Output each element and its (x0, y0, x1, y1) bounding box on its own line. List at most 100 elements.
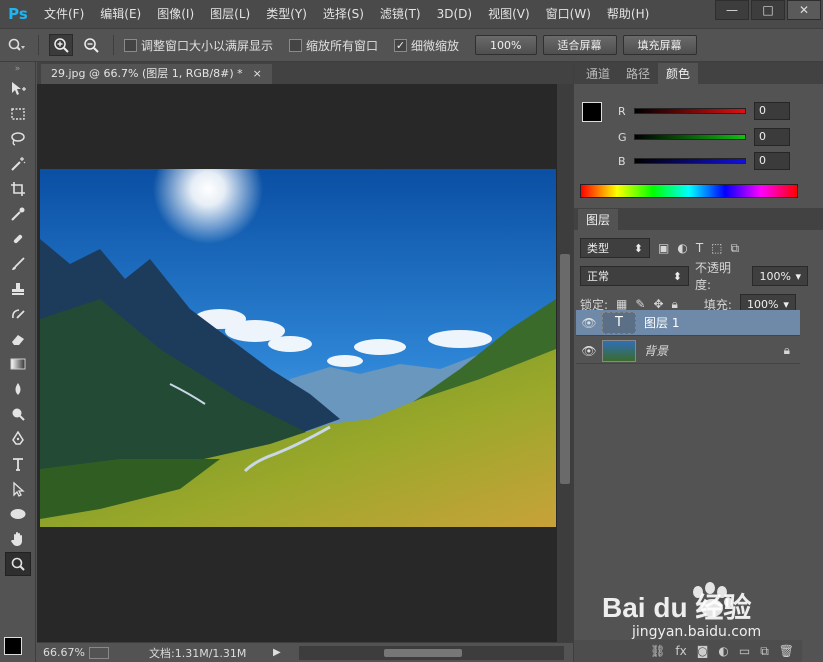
lock-position-icon[interactable]: ✥ (653, 297, 663, 311)
brush-tool-icon[interactable] (5, 252, 31, 276)
vertical-scrollbar[interactable] (557, 84, 573, 644)
lock-transparency-icon[interactable]: ▦ (616, 297, 627, 311)
resize-windows-label: 调整窗口大小以满屏显示 (141, 38, 274, 53)
tab-color[interactable]: 颜色 (658, 63, 699, 84)
opacity-value: 100% (759, 269, 791, 283)
visibility-eye-icon[interactable]: 👁︎ (576, 316, 602, 330)
menu-filter[interactable]: 滤镜(T) (372, 0, 429, 28)
canvas-image[interactable] (40, 169, 556, 527)
color-swatches[interactable] (4, 637, 34, 662)
opacity-label: 不透明度: (694, 261, 731, 292)
type-layer-thumbnail-icon: T (602, 311, 636, 334)
type-tool-icon[interactable] (5, 452, 31, 476)
blend-mode-select[interactable]: 正常 ⬍ (580, 266, 689, 286)
scrubby-zoom-label: 细微缩放 (411, 38, 460, 53)
status-preview-icon[interactable] (89, 646, 109, 659)
marquee-tool-icon[interactable] (5, 102, 31, 126)
fill-screen-button[interactable]: 填充屏幕 (622, 35, 697, 55)
zoom-tool-preset-icon[interactable] (4, 34, 28, 56)
menu-view[interactable]: 视图(V) (480, 0, 538, 28)
watermark-brand: Bai du 经验 (602, 592, 752, 623)
eraser-tool-icon[interactable] (5, 327, 31, 351)
menu-layer[interactable]: 图层(L) (202, 0, 258, 28)
hand-tool-icon[interactable] (5, 527, 31, 551)
menu-file[interactable]: 文件(F) (36, 0, 92, 28)
actual-pixels-button[interactable]: 100% (475, 35, 537, 55)
red-value-input[interactable]: 0 (754, 102, 790, 120)
filter-shape-icon[interactable]: ⬚ (711, 241, 722, 255)
tab-channels[interactable]: 通道 (578, 63, 618, 84)
red-slider[interactable] (634, 108, 746, 114)
layer-row-text[interactable]: 👁︎ T 图层 1 (576, 310, 800, 336)
panel-grip-icon[interactable]: » (0, 62, 35, 76)
filter-image-icon[interactable]: ▣ (658, 241, 669, 255)
color-spectrum-bar[interactable] (580, 184, 798, 198)
foreground-swatch[interactable] (582, 102, 602, 122)
menu-help[interactable]: 帮助(H) (599, 0, 657, 28)
green-slider-row: G 0 (618, 126, 823, 148)
minimize-button[interactable]: — (715, 0, 749, 20)
resize-windows-checkbox[interactable] (124, 38, 137, 52)
visibility-eye-icon[interactable]: 👁︎ (576, 344, 602, 358)
select-arrows-icon: ⬍ (633, 241, 643, 255)
gradient-tool-icon[interactable] (5, 352, 31, 376)
magic-wand-tool-icon[interactable] (5, 152, 31, 176)
blue-slider[interactable] (634, 158, 746, 164)
layer-row-background[interactable]: 👁︎ 背景 🔒︎ (576, 338, 800, 364)
zoom-tool-icon[interactable] (5, 552, 31, 576)
status-menu-arrow-icon[interactable]: ▶ (273, 647, 281, 658)
opacity-input[interactable]: 100% ▾ (752, 266, 808, 286)
tab-paths[interactable]: 路径 (618, 63, 658, 84)
menu-select[interactable]: 选择(S) (315, 0, 372, 28)
zoom-all-label: 缩放所有窗口 (306, 38, 379, 53)
clone-stamp-tool-icon[interactable] (5, 277, 31, 301)
green-value-input[interactable]: 0 (754, 128, 790, 146)
zoom-all-checkbox[interactable] (289, 38, 303, 52)
maximize-button[interactable]: □ (751, 0, 785, 20)
blur-tool-icon[interactable] (5, 377, 31, 401)
fit-screen-button[interactable]: 适合屏幕 (542, 35, 617, 55)
foreground-color-swatch[interactable] (4, 637, 22, 655)
menu-type[interactable]: 类型(Y) (258, 0, 315, 28)
layers-panel-tabs: 图层 (574, 208, 823, 230)
menu-image[interactable]: 图像(I) (149, 0, 202, 28)
separator (113, 35, 114, 55)
green-slider[interactable] (634, 134, 746, 140)
layer-name[interactable]: 图层 1 (644, 314, 679, 331)
tab-layers[interactable]: 图层 (578, 209, 619, 230)
eyedropper-tool-icon[interactable] (5, 202, 31, 226)
filter-type-icon[interactable]: T (696, 241, 703, 255)
layer-name[interactable]: 背景 (644, 342, 668, 359)
blue-value-input[interactable]: 0 (754, 152, 790, 170)
dodge-tool-icon[interactable] (5, 402, 31, 426)
vertical-scroll-thumb[interactable] (560, 254, 570, 484)
pen-tool-icon[interactable] (5, 427, 31, 451)
ellipse-tool-icon[interactable] (5, 502, 31, 526)
horizontal-scrollbar[interactable] (299, 646, 564, 660)
move-tool-icon[interactable] (5, 77, 31, 101)
zoom-all-option[interactable]: 缩放所有窗口 (289, 37, 378, 54)
resize-windows-option[interactable]: 调整窗口大小以满屏显示 (124, 37, 273, 54)
filter-smart-object-icon[interactable]: ⧉ (731, 241, 740, 256)
scrubby-zoom-option[interactable]: ✓ 细微缩放 (394, 37, 459, 54)
menu-window[interactable]: 窗口(W) (538, 0, 599, 28)
menu-edit[interactable]: 编辑(E) (92, 0, 149, 28)
document-tab[interactable]: 29.jpg @ 66.7% (图层 1, RGB/8#) * × (41, 64, 272, 84)
close-button[interactable]: ✕ (787, 0, 821, 20)
healing-brush-tool-icon[interactable] (5, 227, 31, 251)
crop-tool-icon[interactable] (5, 177, 31, 201)
color-panel-swatches[interactable] (582, 102, 612, 132)
lasso-tool-icon[interactable] (5, 127, 31, 151)
horizontal-scroll-thumb[interactable] (384, 649, 462, 657)
zoom-out-icon[interactable] (79, 34, 103, 56)
zoom-in-icon[interactable] (49, 34, 73, 56)
filter-adjustment-icon[interactable]: ◐ (677, 241, 687, 255)
zoom-level[interactable]: 66.67% (43, 646, 89, 659)
lock-paint-icon[interactable]: ✎ (635, 297, 645, 311)
layer-filter-select[interactable]: 类型 ⬍ (580, 238, 650, 258)
menu-3d[interactable]: 3D(D) (429, 0, 480, 28)
scrubby-zoom-checkbox[interactable]: ✓ (394, 38, 408, 52)
document-tab-close-icon[interactable]: × (253, 64, 262, 84)
history-brush-tool-icon[interactable] (5, 302, 31, 326)
path-selection-tool-icon[interactable] (5, 477, 31, 501)
